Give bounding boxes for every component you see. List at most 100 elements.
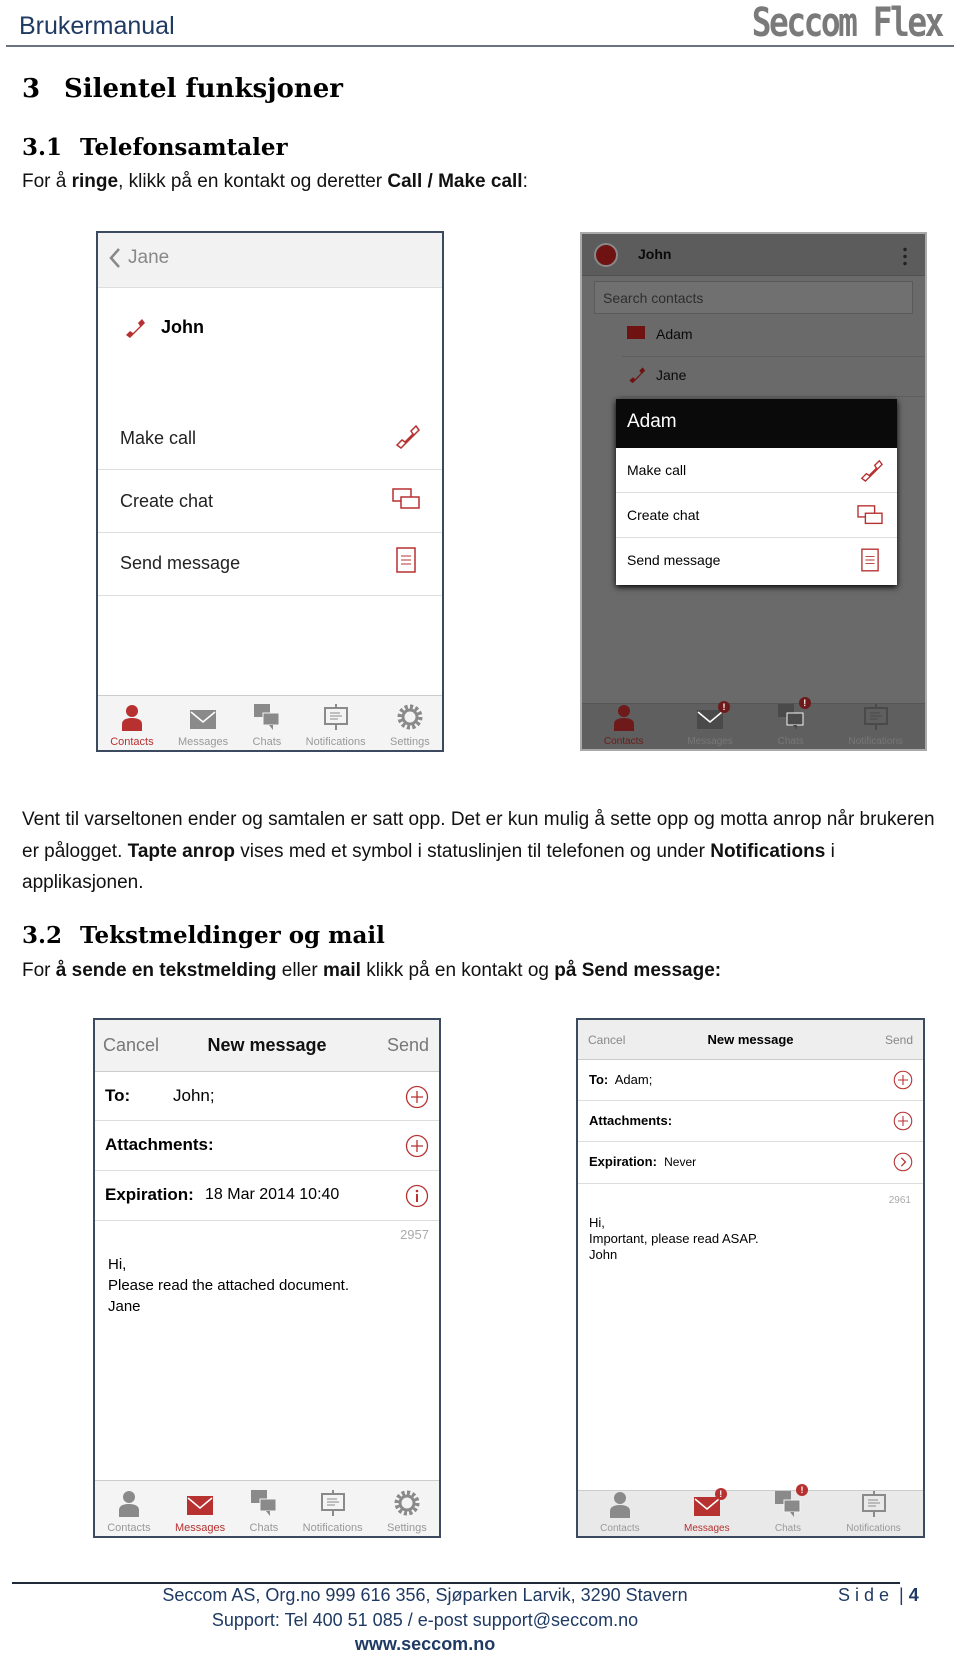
contact-name: John	[161, 317, 204, 337]
tab-bar: Contacts Messages Chats Notifications Settin…	[98, 695, 442, 750]
settings-icon	[393, 1489, 421, 1522]
footer-website[interactable]: www.seccom.no	[0, 1634, 850, 1655]
send-message-button[interactable]: Send message	[616, 538, 897, 583]
tab-chats[interactable]: Chats	[253, 703, 281, 748]
messages-icon: !	[696, 701, 731, 736]
phone-outline-icon	[395, 424, 420, 449]
tab-notifications[interactable]: Notifications	[849, 703, 903, 747]
tab-bar: Contacts! Messages! Chats Notifications	[582, 697, 925, 749]
tab-contacts[interactable]: Contacts	[600, 1490, 640, 1534]
tab-label: Settings	[386, 1522, 427, 1534]
text-run: Tapte anrop	[127, 840, 235, 862]
expiration-value[interactable]: Never	[664, 1155, 696, 1169]
to-label: To:	[105, 1086, 131, 1105]
message-line: Hi,	[108, 1256, 127, 1273]
tab-messages[interactable]: ! Messages	[684, 1488, 730, 1534]
contact-item[interactable]: Adam	[656, 326, 693, 342]
section-title: Tekstmeldinger og mail	[80, 922, 385, 949]
document-icon	[396, 547, 416, 573]
text-run: , klikk på en kontakt og deretter	[118, 171, 388, 192]
page-number: S i d e | 4	[838, 1585, 919, 1605]
tab-label: Notifications	[848, 736, 904, 747]
tab-notifications[interactable]: Notifications	[303, 1489, 363, 1534]
more-menu-icon[interactable]	[903, 246, 907, 266]
notifications-icon	[862, 703, 890, 736]
create-chat-button[interactable]: Create chat	[616, 493, 897, 538]
expiration-label: Expiration:	[105, 1185, 194, 1204]
tab-label: Messages	[175, 1522, 226, 1534]
section-title: Telefonsamtaler	[80, 134, 288, 161]
tab-label: Contacts	[107, 1522, 151, 1534]
status-indicator[interactable]	[594, 243, 618, 267]
tab-label: Chats	[249, 1522, 279, 1534]
chat-bubbles-icon	[857, 505, 883, 525]
tab-chats[interactable]: Chats	[249, 1489, 279, 1534]
footer-divider	[12, 1582, 900, 1584]
screenshot-new-message-ios: Cancel New message Send To: John; Attach…	[93, 1018, 441, 1538]
footer-address: Seccom AS, Org.no 999 616 356, Sjøparken…	[162, 1585, 688, 1605]
messages-icon: !	[693, 1488, 727, 1523]
search-contacts-input[interactable]: Search contacts	[594, 281, 913, 314]
tab-settings[interactable]: Settings	[387, 1489, 427, 1534]
tab-contacts[interactable]: Contacts	[107, 1489, 151, 1534]
message-body[interactable]: Hi, Important, please read ASAP. John	[589, 1215, 759, 1263]
text-run: ringe	[71, 171, 119, 192]
tab-chats[interactable]: ! Chats	[774, 1484, 808, 1534]
info-icon[interactable]	[405, 1184, 429, 1213]
make-call-button[interactable]: Make call	[616, 448, 897, 493]
tab-contacts[interactable]: Contacts	[604, 703, 643, 747]
messages-icon	[186, 1493, 214, 1522]
text-run: :	[522, 171, 528, 192]
contacts-icon	[611, 703, 637, 736]
expiration-value[interactable]: 18 Mar 2014 10:40	[205, 1186, 339, 1204]
tab-label: Messages	[687, 736, 733, 747]
add-recipient-button[interactable]	[893, 1070, 913, 1095]
text-run: å sende en tekstmelding	[55, 960, 277, 981]
to-field[interactable]: John;	[173, 1086, 215, 1106]
text-run: vises med et symbol i statuslinjen til t…	[234, 840, 711, 862]
screenshot-contact-actions: Jane John Make call Create chat Send mes…	[96, 231, 444, 752]
send-button[interactable]: Send	[387, 1035, 429, 1056]
add-attachment-button[interactable]	[405, 1134, 429, 1163]
chevron-right-icon[interactable]	[893, 1152, 913, 1177]
tab-label: Contacts	[110, 736, 154, 748]
section-number: 3.1	[22, 134, 63, 161]
info-circle-icon	[405, 1184, 429, 1208]
tab-label: Messages	[684, 1523, 730, 1534]
tab-messages[interactable]: Messages	[175, 1493, 225, 1534]
message-body[interactable]: Hi, Please read the attached document. Jan…	[108, 1254, 349, 1317]
back-button[interactable]: Jane	[108, 247, 169, 269]
create-chat-button[interactable]: Create chat	[120, 491, 213, 512]
add-attachment-button[interactable]	[893, 1111, 913, 1136]
tab-settings[interactable]: Settings	[390, 703, 430, 748]
tab-messages[interactable]: ! Messages	[687, 701, 733, 747]
to-field[interactable]: Adam;	[615, 1072, 653, 1087]
to-label: To:	[589, 1072, 609, 1087]
attachments-label: Attachments:	[589, 1113, 673, 1128]
paragraph-call-info: Vent til varseltonen ender og samtalen e…	[22, 804, 942, 899]
desktop-icon	[627, 326, 645, 339]
expiration-label: Expiration:	[589, 1154, 657, 1169]
paragraph-call-intro: For å ringe, klikk på en kontakt og dere…	[22, 166, 942, 198]
text-run: Call / Make call	[387, 171, 523, 192]
tab-contacts[interactable]: Contacts	[110, 703, 154, 748]
tab-notifications[interactable]: Notifications	[846, 1490, 901, 1534]
tab-chats[interactable]: ! Chats	[777, 697, 811, 747]
add-recipient-button[interactable]	[405, 1085, 429, 1114]
current-user-name: John	[638, 246, 672, 262]
contact-item[interactable]: Jane	[656, 367, 686, 383]
settings-icon	[396, 703, 424, 736]
message-line: Please read the attached document.	[108, 1277, 349, 1294]
send-button[interactable]: Send	[885, 1033, 913, 1047]
make-call-button[interactable]: Make call	[120, 428, 196, 449]
character-counter: 2957	[400, 1227, 429, 1242]
tab-label: Contacts	[603, 736, 644, 747]
tab-notifications[interactable]: Notifications	[306, 703, 366, 748]
tab-messages[interactable]: Messages	[178, 707, 228, 748]
send-message-button[interactable]: Send message	[120, 553, 240, 574]
text-run: Notifications	[710, 840, 826, 862]
section-title: Silentel funksjoner	[64, 74, 343, 104]
notifications-icon	[322, 703, 350, 736]
back-label: Jane	[128, 247, 170, 268]
notifications-icon	[319, 1489, 347, 1522]
